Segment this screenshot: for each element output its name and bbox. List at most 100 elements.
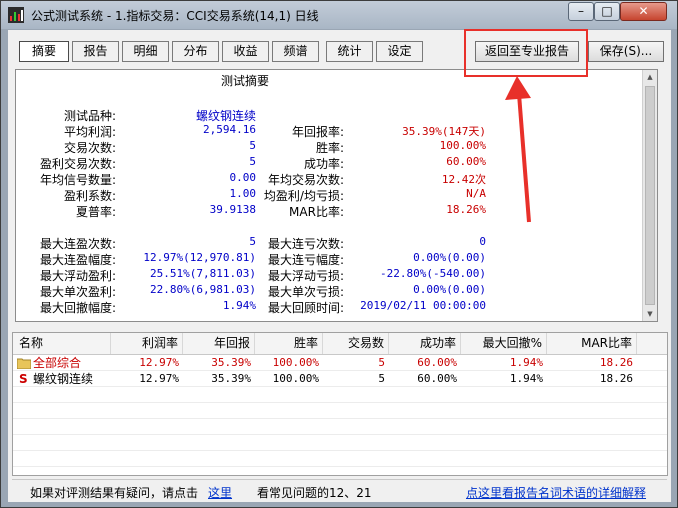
row-name: 全部综合 [33, 356, 82, 370]
cell-annual-return: 35.39% [211, 356, 251, 369]
col-success-rate[interactable]: 成功率 [389, 333, 461, 354]
label-annual-trades: 年均交易次数: [267, 173, 344, 187]
label-sharpe: 夏普率: [75, 205, 116, 219]
results-table: 名称 利润率 年回报 胜率 交易数 成功率 最大回撤% MAR比率 全部综合 1… [12, 332, 668, 476]
value-sharpe: 39.9138 [209, 203, 256, 216]
value-max-drawdown: 1.94% [222, 299, 256, 312]
value-max-loss-range: 0.00%(0.00) [413, 251, 486, 264]
value-mar-ratio: 18.26% [446, 203, 486, 216]
col-name[interactable]: 名称 [13, 333, 111, 354]
value-annual-trades: 12.42次 [441, 173, 486, 186]
value-win-rate: 100.00% [439, 139, 486, 152]
cell-annual-return: 35.39% [211, 372, 251, 385]
cell-profit-rate: 12.97% [139, 372, 179, 385]
label-max-loss-range: 最大连亏幅度: [267, 253, 344, 267]
label-instrument: 测试品种: [63, 109, 116, 123]
footer-divider [12, 479, 667, 480]
label-max-review-time: 最大回顾时间: [267, 301, 344, 315]
value-annual-signals: 0.00 [229, 171, 257, 184]
minimize-button[interactable]: – [568, 2, 594, 21]
footer-bar: 如果对评测结果有疑问，请点击 这里 看常见问题的12、21 点这里看报告名词术语… [8, 479, 671, 502]
cell-max-drawdown: 1.94% [509, 372, 543, 385]
value-max-win-streak: 5 [249, 235, 256, 248]
highlight-box [464, 29, 588, 77]
value-max-win-range: 12.97%(12,970.81) [143, 251, 256, 264]
save-button[interactable]: 保存(S)... [588, 41, 664, 62]
cell-win-rate: 100.00% [272, 356, 319, 369]
col-annual-return[interactable]: 年回报 [183, 333, 255, 354]
tab-distribution[interactable]: 分布 [172, 41, 219, 62]
tab-report[interactable]: 报告 [72, 41, 119, 62]
footer-help-text: 如果对评测结果有疑问，请点击 [30, 486, 199, 500]
faq-link[interactable]: 这里 [208, 484, 232, 501]
title-bar[interactable]: 公式测试系统 - 1.指标交易：CCI交易系统(14,1) 日线 – □ ✕ [1, 1, 677, 29]
label-max-drawdown: 最大回撤幅度: [39, 301, 116, 315]
cell-profit-rate: 12.97% [139, 356, 179, 369]
scroll-up-arrow-icon[interactable]: ▲ [643, 70, 657, 84]
col-profit-rate[interactable]: 利润率 [111, 333, 183, 354]
label-win-trades: 盈利交易次数: [39, 157, 116, 171]
tab-returns[interactable]: 收益 [222, 41, 269, 62]
summary-title: 测试摘要 [220, 74, 269, 88]
label-max-float-profit: 最大浮动盈利: [39, 269, 116, 283]
tab-detail[interactable]: 明细 [122, 41, 169, 62]
close-button[interactable]: ✕ [620, 2, 667, 21]
value-trade-count: 5 [249, 139, 256, 152]
value-max-review-time: 2019/02/11 00:00:00 [360, 299, 486, 312]
value-avg-win-loss: N/A [466, 187, 486, 200]
tab-spectrum[interactable]: 频谱 [272, 41, 319, 62]
client-area: 摘要 报告 明细 分布 收益 频谱 统计 设定 返回至专业报告 保存(S)...… [8, 29, 671, 502]
label-mar-ratio: MAR比率: [289, 205, 344, 219]
table-row[interactable]: 全部综合 12.97% 35.39% 100.00% 5 60.00% 1.94… [13, 355, 667, 371]
label-success-rate: 成功率: [303, 157, 344, 171]
cell-mar-ratio: 18.26 [599, 356, 633, 369]
col-trades[interactable]: 交易数 [323, 333, 389, 354]
table-row-empty [13, 435, 667, 451]
summary-scrollbar[interactable]: ▲ ▼ [642, 70, 657, 321]
value-annual-return: 35.39%(147天) [402, 125, 486, 138]
maximize-button[interactable]: □ [594, 2, 620, 21]
label-max-win-range: 最大连盈幅度: [39, 253, 116, 267]
label-max-win-streak: 最大连盈次数: [39, 237, 116, 251]
cell-success-rate: 60.00% [417, 372, 457, 385]
red-arrow-icon [505, 76, 531, 223]
table-row-empty [13, 419, 667, 435]
label-profit-factor: 盈利系数: [63, 189, 116, 203]
tab-summary[interactable]: 摘要 [19, 41, 69, 62]
table-row[interactable]: S 螺纹钢连续 12.97% 35.39% 100.00% 5 60.00% 1… [13, 371, 667, 387]
col-max-drawdown[interactable]: 最大回撤% [461, 333, 547, 354]
s-icon: S [19, 372, 28, 386]
scroll-down-arrow-icon[interactable]: ▼ [643, 307, 657, 321]
table-row-empty [13, 451, 667, 467]
cell-mar-ratio: 18.26 [599, 372, 633, 385]
value-max-single-profit: 22.80%(6,981.03) [150, 283, 256, 296]
label-max-single-profit: 最大单次盈利: [39, 285, 116, 299]
label-avg-win-loss: 均盈利/均亏损: [263, 189, 344, 203]
tab-statistics[interactable]: 统计 [326, 41, 373, 62]
value-max-float-profit: 25.51%(7,811.03) [150, 267, 256, 280]
table-row-empty [13, 387, 667, 403]
tab-settings[interactable]: 设定 [376, 41, 423, 62]
glossary-link[interactable]: 点这里看报告名词术语的详细解释 [466, 484, 646, 501]
value-instrument: 螺纹钢连续 [195, 109, 256, 123]
table-header: 名称 利润率 年回报 胜率 交易数 成功率 最大回撤% MAR比率 [13, 333, 667, 355]
label-max-loss-streak: 最大连亏次数: [267, 237, 344, 251]
value-win-trades: 5 [249, 155, 256, 168]
scroll-thumb[interactable] [645, 86, 655, 305]
window-title: 公式测试系统 - 1.指标交易：CCI交易系统(14,1) 日线 [31, 9, 319, 23]
cell-trades: 5 [378, 356, 385, 369]
col-win-rate[interactable]: 胜率 [255, 333, 323, 354]
cell-max-drawdown: 1.94% [509, 356, 543, 369]
app-chart-icon [8, 7, 24, 23]
label-max-float-loss: 最大浮动亏损: [267, 269, 344, 283]
label-max-single-loss: 最大单次亏损: [267, 285, 344, 299]
row-name: 螺纹钢连续 [33, 372, 94, 386]
footer-faq-text: 看常见问题的12、21 [257, 486, 372, 500]
cell-trades: 5 [378, 372, 385, 385]
label-avg-profit: 平均利润: [63, 125, 116, 139]
value-success-rate: 60.00% [446, 155, 486, 168]
value-max-float-loss: -22.80%(-540.00) [380, 267, 486, 280]
value-avg-profit: 2,594.16 [203, 123, 256, 136]
col-mar-ratio[interactable]: MAR比率 [547, 333, 637, 354]
label-annual-return: 年回报率: [291, 125, 344, 139]
